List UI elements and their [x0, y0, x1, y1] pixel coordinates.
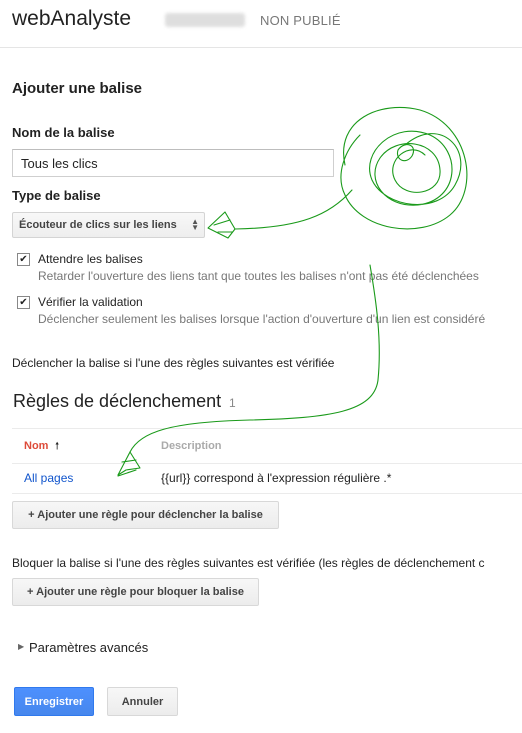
block-rules-intro: Bloquer la balise si l'une des règles su… — [12, 556, 485, 570]
add-firing-rule-button[interactable]: + Ajouter une règle pour déclencher la b… — [12, 501, 279, 529]
scribble-loop — [396, 144, 414, 162]
tag-name-label: Nom de la balise — [12, 125, 115, 140]
arrow-line — [234, 189, 353, 230]
add-blocking-rule-button[interactable]: + Ajouter une règle pour bloquer la bali… — [12, 578, 259, 606]
account-id-blurred — [165, 13, 245, 27]
section-title: Ajouter une balise — [12, 80, 143, 97]
scribble-loop — [340, 106, 468, 230]
table-header: Nom 🠕 Description — [12, 428, 522, 464]
firing-rules-count: 1 — [229, 396, 236, 410]
triangle-right-icon: ▶ — [18, 642, 25, 651]
tag-type-selected: Écouteur de clics sur les liens — [19, 219, 177, 231]
header-divider — [0, 47, 522, 48]
column-header-description[interactable]: Description — [161, 440, 222, 452]
tag-type-label: Type de balise — [12, 188, 101, 203]
updown-chevron-icon: ▲ ▼ — [191, 217, 199, 232]
advanced-settings-label: Paramètres avancés — [29, 640, 149, 655]
wait-tags-checkbox[interactable]: ✔ — [17, 253, 30, 266]
option-title: Attendre les balises — [38, 252, 143, 266]
option-description: Déclencher seulement les balises lorsque… — [38, 312, 486, 326]
firing-rules-title: Règles de déclenchement — [13, 391, 222, 411]
app-title: webAnalyste — [12, 7, 132, 30]
check-icon: ✔ — [19, 297, 28, 308]
table-row: All pages {{url}} correspond à l'express… — [12, 463, 522, 494]
save-button[interactable]: Enregistrer — [14, 687, 94, 716]
arrow-head — [207, 211, 236, 239]
tag-name-input[interactable] — [12, 149, 334, 177]
sort-up-arrow-icon[interactable]: 🠕 — [55, 439, 59, 456]
publish-status: NON PUBLIÉ — [260, 13, 341, 28]
check-icon: ✔ — [19, 254, 28, 265]
option-title: Vérifier la validation — [38, 295, 143, 309]
rule-description: {{url}} correspond à l'expression réguli… — [161, 471, 392, 485]
check-validation-checkbox[interactable]: ✔ — [17, 296, 30, 309]
fire-rules-intro: Déclencher la balise si l'une des règles… — [12, 356, 335, 370]
tag-type-select[interactable]: Écouteur de clics sur les liens ▲ ▼ — [12, 212, 205, 238]
column-header-name[interactable]: Nom — [24, 440, 48, 452]
rule-name-link[interactable]: All pages — [24, 471, 73, 485]
scribble-loop — [369, 130, 462, 206]
option-description: Retarder l'ouverture des liens tant que … — [38, 269, 479, 283]
cancel-button[interactable]: Annuler — [107, 687, 178, 716]
